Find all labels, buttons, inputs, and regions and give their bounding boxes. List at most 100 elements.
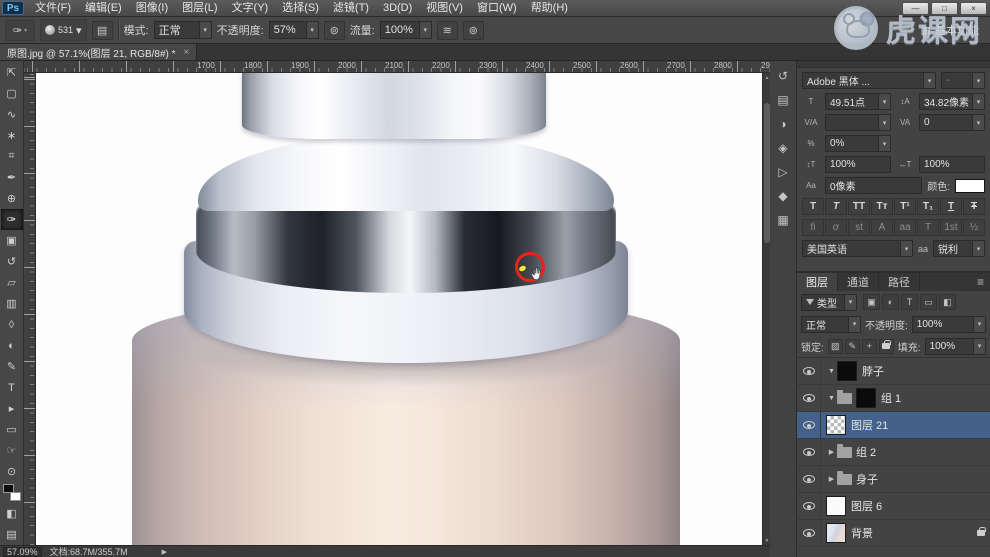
move-tool[interactable]: ⇱ <box>1 62 23 83</box>
visibility-toggle[interactable] <box>797 493 821 519</box>
kerning-field[interactable]: ▾ <box>825 114 891 131</box>
filter-smart-objects-icon[interactable]: ◧ <box>939 294 956 310</box>
info-panel-icon[interactable]: ◈ <box>773 137 794 158</box>
language-select[interactable]: 美国英语 ▾ <box>802 240 913 257</box>
restore-button[interactable]: □ <box>931 1 958 15</box>
filter-adjustment-layers-icon[interactable]: ◐ <box>882 294 899 310</box>
history-panel-icon[interactable]: ↺ <box>773 65 794 86</box>
menu-3d[interactable]: 3D(D) <box>376 0 419 17</box>
visibility-toggle[interactable] <box>797 385 821 411</box>
foreground-color-swatch[interactable] <box>2 484 14 493</box>
close-icon[interactable]: × <box>184 47 190 58</box>
layer-opacity-select[interactable]: 100% ▾ <box>911 315 986 333</box>
expand-triangle-icon[interactable]: ▼ <box>826 395 837 402</box>
proportional-spacing-field[interactable]: 0% ▾ <box>825 135 891 152</box>
filter-type-layers-icon[interactable]: T <box>901 294 918 310</box>
close-button[interactable]: × <box>960 1 987 15</box>
eyedropper-tool[interactable]: ✒ <box>1 167 23 188</box>
font-size-field[interactable]: 49.51点 ▾ <box>825 93 891 110</box>
character-panel-header[interactable] <box>797 61 990 68</box>
layer-thumbnail[interactable] <box>826 496 846 516</box>
ligatures-button[interactable]: fi <box>802 219 824 236</box>
pen-tool[interactable]: ✎ <box>1 356 23 377</box>
lock-image-icon[interactable]: ✎ <box>844 338 860 354</box>
gradient-tool[interactable]: ▥ <box>1 293 23 314</box>
all-caps-button[interactable]: TT <box>848 198 870 215</box>
collapse-triangle-icon[interactable]: ▶ <box>826 475 837 483</box>
subscript-button[interactable]: T₁ <box>917 198 939 215</box>
adjustments-panel-icon[interactable]: ◑ <box>773 113 794 134</box>
discretionary-ligatures-button[interactable]: st <box>848 219 870 236</box>
airbrush-button[interactable]: ≋ <box>436 20 458 40</box>
blend-mode-select[interactable]: 正常 ▾ <box>153 21 212 39</box>
swash-button[interactable]: A <box>871 219 893 236</box>
brush-presets-panel-icon[interactable]: ▦ <box>773 209 794 230</box>
menu-edit[interactable]: 编辑(E) <box>78 0 129 17</box>
status-menu-arrow-icon[interactable]: ▶ <box>162 548 167 556</box>
faux-italic-button[interactable]: T <box>825 198 847 215</box>
strikethrough-button[interactable]: Ŧ <box>963 198 985 215</box>
crop-tool[interactable]: ⌗ <box>1 146 23 167</box>
color-swatches[interactable] <box>2 484 21 501</box>
tab-layers[interactable]: 图层 <box>797 273 838 291</box>
lock-transparency-icon[interactable]: ▨ <box>827 338 843 354</box>
hand-tool[interactable]: ☞ <box>1 440 23 461</box>
menu-layer[interactable]: 图层(L) <box>175 0 224 17</box>
text-color-swatch[interactable] <box>955 178 985 193</box>
spot-healing-brush-tool[interactable]: ⊕ <box>1 188 23 209</box>
superscript-button[interactable]: T¹ <box>894 198 916 215</box>
visibility-toggle[interactable] <box>797 466 821 492</box>
layer-row-background[interactable]: 背景 <box>797 520 990 547</box>
lock-position-icon[interactable]: + <box>861 338 877 354</box>
toggle-brush-panel-button[interactable]: ▤ <box>91 20 113 40</box>
background-color-swatch[interactable] <box>9 492 21 501</box>
screen-mode-button[interactable]: ▤ <box>1 524 23 545</box>
dodge-tool[interactable]: ◐ <box>1 335 23 356</box>
visibility-toggle[interactable] <box>797 439 821 465</box>
filter-pixel-layers-icon[interactable]: ▣ <box>863 294 880 310</box>
quick-mask-button[interactable]: ◧ <box>1 503 23 524</box>
layer-thumbnail[interactable] <box>837 361 857 381</box>
layer-blend-mode-select[interactable]: 正常 ▾ <box>801 315 861 333</box>
pressure-opacity-button[interactable]: ⊚ <box>323 20 345 40</box>
layer-row-layer21[interactable]: 图层 21 <box>797 412 990 439</box>
visibility-toggle[interactable] <box>797 412 821 438</box>
collapse-triangle-icon[interactable]: ▶ <box>826 448 837 456</box>
rect-marquee-tool[interactable]: ▢ <box>1 83 23 104</box>
clone-stamp-tool[interactable]: ▣ <box>1 230 23 251</box>
menu-type[interactable]: 文字(Y) <box>225 0 276 17</box>
filter-type-select[interactable]: 类型 ▾ <box>801 293 857 311</box>
menu-view[interactable]: 视图(V) <box>419 0 470 17</box>
document-tab[interactable]: 原图.jpg @ 57.1%(图层 21, RGB/8#) * × <box>0 44 198 60</box>
filter-shape-layers-icon[interactable]: ▭ <box>920 294 937 310</box>
layer-row-group2[interactable]: ▶ 组 2 <box>797 439 990 466</box>
layer-row-layer6[interactable]: 图层 6 <box>797 493 990 520</box>
styles-panel-icon[interactable]: ◆ <box>773 185 794 206</box>
menu-image[interactable]: 图像(I) <box>129 0 175 17</box>
visibility-toggle[interactable] <box>797 520 821 546</box>
menu-file[interactable]: 文件(F) <box>28 0 78 17</box>
type-tool[interactable]: T <box>1 377 23 398</box>
faux-bold-button[interactable]: T <box>802 198 824 215</box>
layer-thumbnail[interactable] <box>826 523 846 543</box>
font-style-select[interactable]: - ▾ <box>941 72 985 89</box>
expand-triangle-icon[interactable]: ▼ <box>826 368 837 375</box>
layer-thumbnail[interactable] <box>826 415 846 435</box>
zoom-tool[interactable]: ⊙ <box>1 461 23 482</box>
blur-tool[interactable]: ◊ <box>1 314 23 335</box>
tracking-field[interactable]: 0 ▾ <box>919 114 985 131</box>
properties-panel-icon[interactable]: ▤ <box>773 89 794 110</box>
brush-preset-picker[interactable]: 531 ▾ <box>40 19 87 41</box>
fractions-button[interactable]: ½ <box>963 219 985 236</box>
pressure-size-button[interactable]: ⊚ <box>462 20 484 40</box>
horizontal-scale-field[interactable]: 100% <box>919 156 985 173</box>
baseline-shift-field[interactable]: 0像素 <box>825 177 923 194</box>
stylistic-alternates-button[interactable]: aa <box>894 219 916 236</box>
workspace-switcher[interactable]: ▦ 基本功能 <box>915 20 985 40</box>
panel-menu-icon[interactable]: ≡ <box>971 273 990 291</box>
lasso-tool[interactable]: ∿ <box>1 104 23 125</box>
zoom-level-field[interactable]: 57.09% <box>3 546 42 557</box>
menu-window[interactable]: 窗口(W) <box>470 0 524 17</box>
menu-help[interactable]: 帮助(H) <box>524 0 575 17</box>
menu-select[interactable]: 选择(S) <box>275 0 326 17</box>
